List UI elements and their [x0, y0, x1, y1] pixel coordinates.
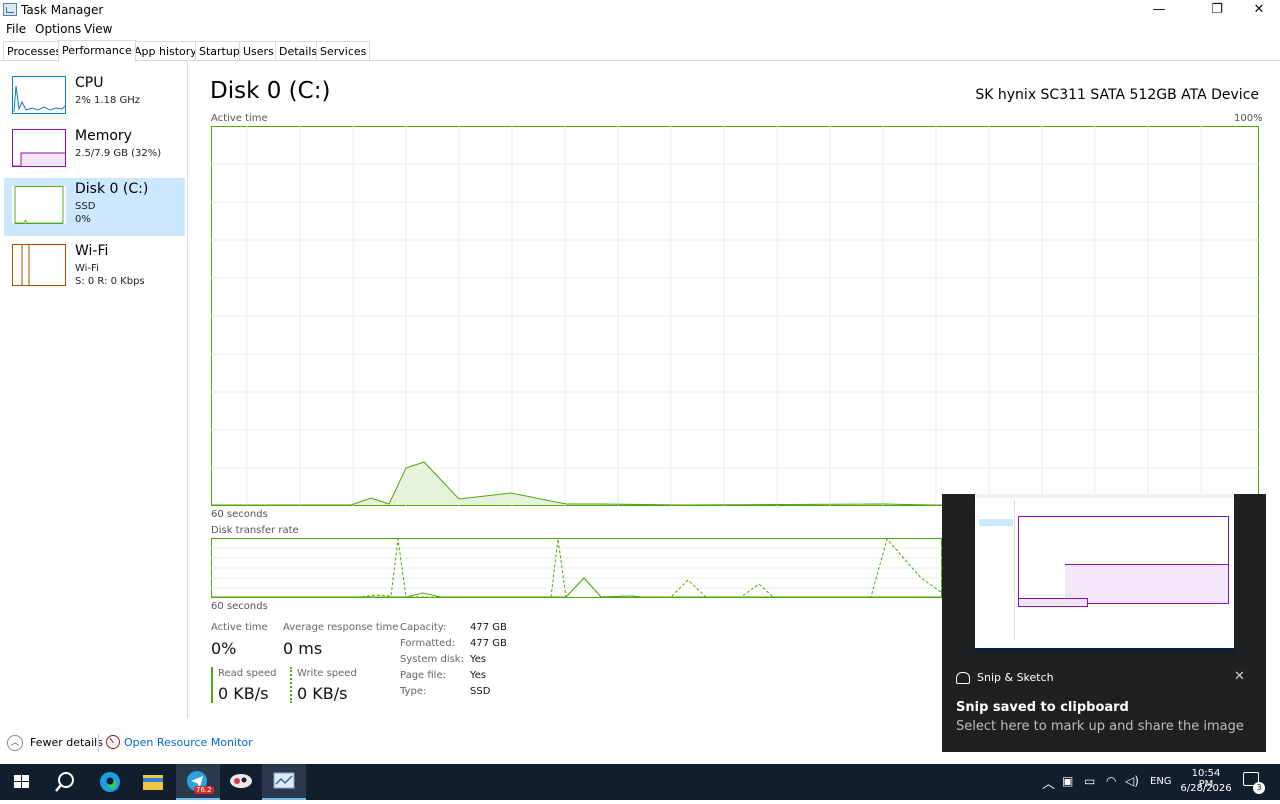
sidebar-item-wifi[interactable]: Wi-Fi Wi-Fi S: 0 R: 0 Kbps: [4, 240, 185, 298]
read-speed-value: 0 KB/s: [218, 684, 269, 703]
type-value: SSD: [470, 686, 491, 697]
title-bar: Task Manager — ❐ ✕: [0, 0, 1280, 20]
menu-bar: File Options View: [0, 20, 1280, 38]
active-time-caption: Active time: [211, 113, 268, 124]
write-speed-label: Write speed: [297, 668, 357, 679]
graph-max-label: 100%: [1234, 113, 1263, 124]
edge-browser-icon[interactable]: [88, 764, 132, 800]
volume-icon[interactable]: ◁): [1125, 774, 1139, 788]
page-file-label: Page file:: [400, 670, 446, 681]
footer-bar: ︿ Fewer details Open Resource Monitor: [0, 730, 940, 756]
clock-date[interactable]: 6/28/2026: [1180, 783, 1232, 794]
window-title: Task Manager: [21, 3, 104, 17]
wifi-label: Wi-Fi: [75, 243, 109, 259]
wifi-type: Wi-Fi: [75, 263, 99, 274]
taskbar: 76.2 ︿ ▣ ▭ ◠ ◁) ENG 10:54 PM 6/28/2026 3: [0, 764, 1280, 800]
disk-usage: 0%: [75, 214, 91, 225]
menu-file[interactable]: File: [6, 22, 26, 36]
tab-details[interactable]: Details: [275, 41, 322, 61]
disk-type: SSD: [75, 201, 96, 212]
sidebar-item-cpu[interactable]: CPU 2% 1.18 GHz: [4, 72, 185, 130]
telegram-badge: 76.2: [194, 786, 214, 794]
wifi-throughput: S: 0 R: 0 Kbps: [75, 276, 145, 287]
language-indicator[interactable]: ENG: [1150, 776, 1172, 787]
tab-app-history[interactable]: App history: [130, 41, 201, 61]
tab-services[interactable]: Services: [316, 41, 371, 61]
chevron-up-icon[interactable]: ︿: [7, 735, 23, 751]
minimize-button[interactable]: —: [1136, 0, 1182, 20]
tab-strip: Processes Performance App history Startu…: [0, 40, 1280, 62]
toast-title: Snip saved to clipboard: [956, 700, 1129, 715]
disk-label: Disk 0 (C:): [75, 181, 149, 197]
fewer-details-link[interactable]: Fewer details: [30, 736, 103, 749]
system-disk-label: System disk:: [400, 654, 464, 665]
wifi-icon[interactable]: ◠: [1106, 774, 1116, 788]
tab-processes[interactable]: Processes: [3, 41, 66, 61]
telegram-icon[interactable]: 76.2: [176, 764, 220, 800]
disk-thumbnail-graph: [12, 186, 66, 224]
toast-app-name: Snip & Sketch: [977, 671, 1054, 684]
capacity-value: 477 GB: [470, 622, 507, 633]
transfer-rate-caption: Disk transfer rate: [211, 525, 299, 536]
device-name: SK hynix SC311 SATA 512GB ATA Device: [975, 87, 1259, 103]
write-speed-legend-line: [290, 667, 292, 703]
battery-icon[interactable]: ▭: [1084, 774, 1095, 788]
memory-thumbnail-graph: [12, 129, 66, 167]
menu-options[interactable]: Options: [35, 22, 81, 36]
read-speed-label: Read speed: [218, 668, 277, 679]
type-label: Type:: [400, 686, 427, 697]
toast-body: Select here to mark up and share the ima…: [956, 719, 1244, 734]
notification-count: 3: [1253, 782, 1265, 794]
tab-startup[interactable]: Startup: [195, 41, 244, 61]
avg-response-value: 0 ms: [283, 639, 323, 658]
cpu-usage: 2% 1.18 GHz: [75, 95, 141, 106]
avg-response-label: Average response time: [283, 622, 399, 633]
active-time-graph: [211, 126, 1259, 506]
menu-view[interactable]: View: [84, 22, 112, 36]
search-icon[interactable]: [42, 764, 86, 800]
sidebar-item-memory[interactable]: Memory 2.5/7.9 GB (32%): [4, 125, 185, 183]
start-button[interactable]: [0, 764, 44, 800]
active-time-window-label: 60 seconds: [211, 509, 268, 520]
tab-performance[interactable]: Performance: [58, 40, 136, 62]
wifi-thumbnail-graph: [12, 244, 66, 286]
task-manager-taskbar-icon[interactable]: [262, 764, 306, 800]
open-resource-monitor-link[interactable]: Open Resource Monitor: [124, 736, 253, 749]
system-disk-value: Yes: [470, 654, 487, 665]
formatted-label: Formatted:: [400, 638, 456, 649]
chevron-up-tray-icon[interactable]: ︿: [1042, 773, 1055, 792]
formatted-value: 477 GB: [470, 638, 507, 649]
snip-notification-toast[interactable]: Snip & Sketch ✕ Snip saved to clipboard …: [942, 494, 1266, 752]
resource-monitor-icon: [106, 735, 120, 749]
active-time-stat-value: 0%: [211, 639, 237, 658]
capacity-label: Capacity:: [400, 622, 447, 633]
close-button[interactable]: ✕: [1236, 0, 1280, 20]
active-time-stat-label: Active time: [211, 622, 268, 633]
cpu-thumbnail-graph: [12, 76, 66, 114]
tab-users[interactable]: Users: [239, 41, 278, 61]
page-title: Disk 0 (C:): [210, 78, 331, 104]
cpu-label: CPU: [75, 75, 104, 91]
resource-sidebar: CPU 2% 1.18 GHz Memory 2.5/7.9 GB (32%) …: [0, 62, 188, 718]
maximize-button[interactable]: ❐: [1194, 0, 1240, 20]
toast-close-icon[interactable]: ✕: [1234, 669, 1245, 684]
meet-now-icon[interactable]: ▣: [1062, 774, 1073, 788]
snip-preview-image: [975, 494, 1234, 654]
memory-label: Memory: [75, 128, 132, 144]
file-explorer-icon[interactable]: [131, 764, 175, 800]
footer-divider: [98, 734, 99, 752]
memory-usage: 2.5/7.9 GB (32%): [75, 148, 162, 159]
task-manager-icon: [3, 3, 17, 16]
snip-sketch-taskbar-icon[interactable]: [219, 764, 263, 800]
sidebar-item-disk[interactable]: Disk 0 (C:) SSD 0%: [4, 178, 185, 236]
transfer-rate-window-label: 60 seconds: [211, 601, 268, 612]
read-speed-legend-line: [211, 667, 213, 703]
transfer-rate-graph: [211, 538, 942, 598]
write-speed-value: 0 KB/s: [297, 684, 348, 703]
snip-sketch-icon: [956, 672, 970, 684]
page-file-value: Yes: [470, 670, 487, 681]
